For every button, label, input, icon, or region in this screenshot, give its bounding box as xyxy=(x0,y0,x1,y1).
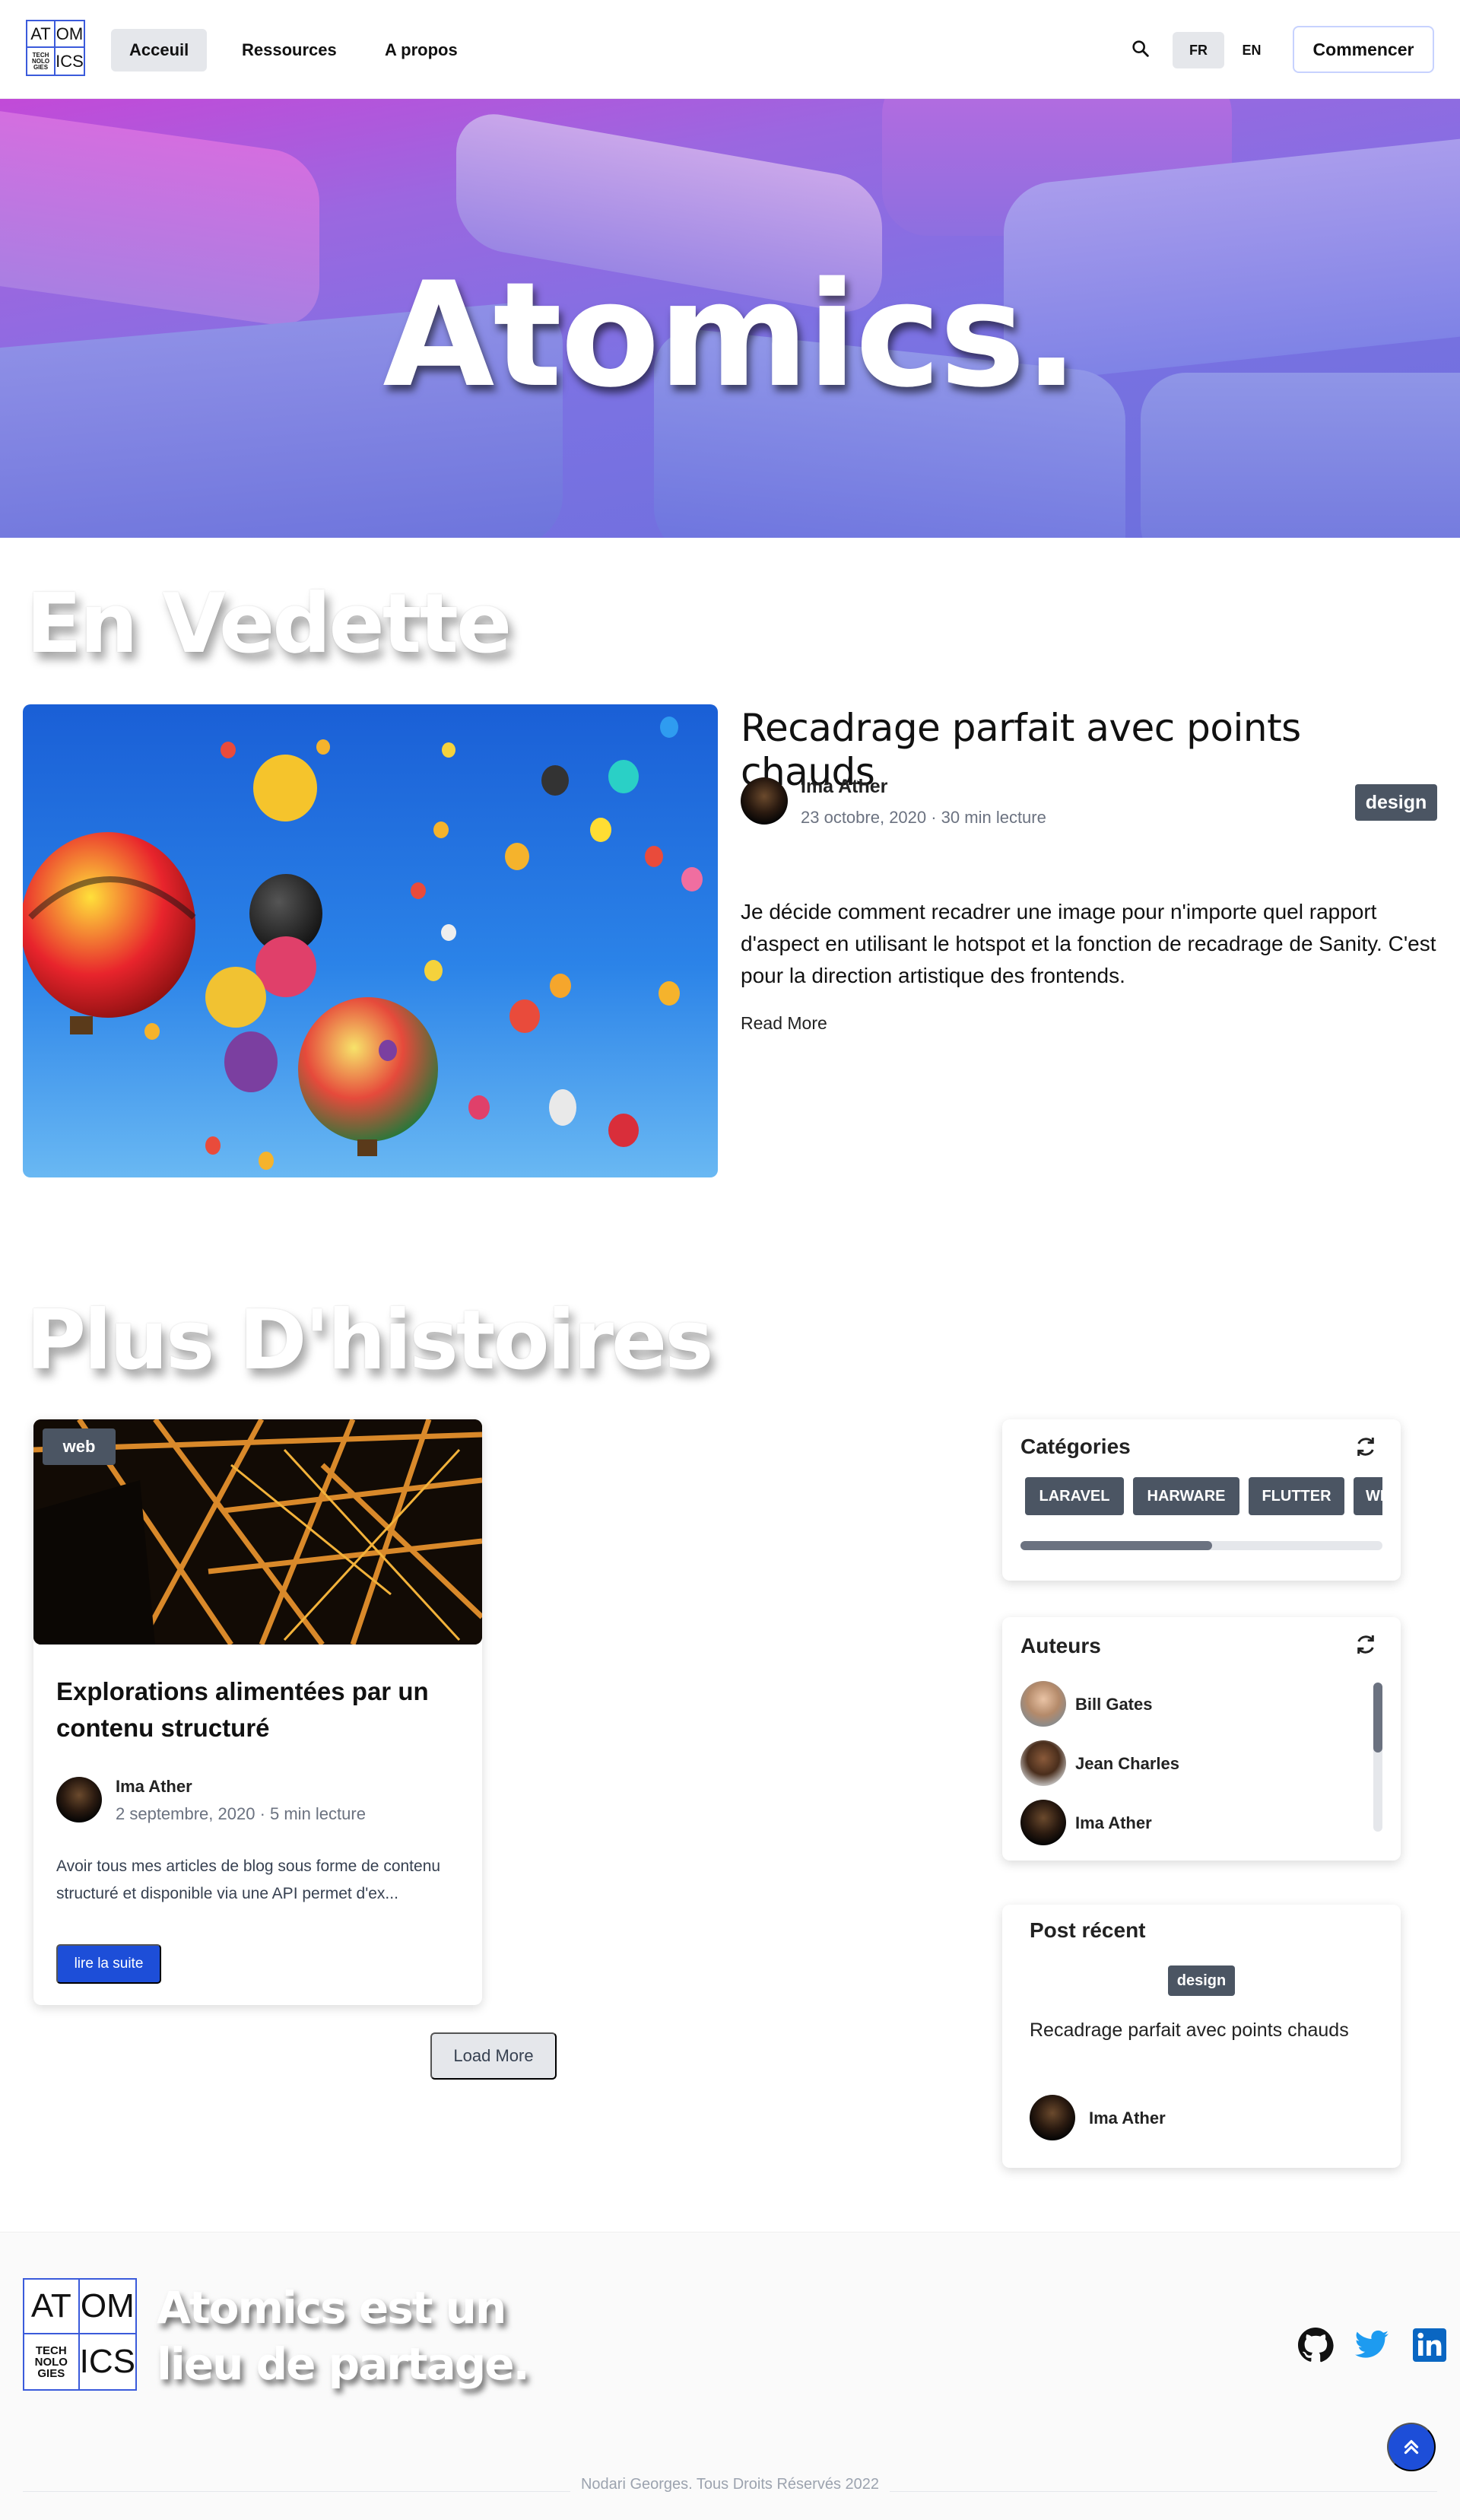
more-stories-section-title: Plus D'histoires xyxy=(26,1293,713,1388)
logo-ics: ICS xyxy=(56,51,84,71)
logo-technologies: TECH NOLO GIES xyxy=(27,48,56,75)
recent-post-tag-badge[interactable]: design xyxy=(1168,1965,1235,1996)
logo-technologies: TECH NOLO GIES xyxy=(24,2334,80,2389)
story-card-title[interactable]: Explorations alimentées par un contenu s… xyxy=(56,1673,459,1746)
twitter-icon[interactable] xyxy=(1354,2327,1390,2363)
story-excerpt: Avoir tous mes articles de blog sous for… xyxy=(56,1857,441,1902)
author-avatar xyxy=(741,777,788,825)
category-chip-laravel[interactable]: LARAVEL xyxy=(1025,1477,1124,1515)
copyright-label: Nodari Georges. Tous Droits Réservés 202… xyxy=(570,2476,890,2493)
scroll-to-top-button[interactable] xyxy=(1387,2423,1436,2471)
top-navbar: AT OM TECH NOLO GIES ICS Acceuil Ressour… xyxy=(0,0,1460,99)
double-chevron-up-icon xyxy=(1404,2439,1419,2455)
copyright-text: Nodari Georges. Tous Droits Réservés 202… xyxy=(0,2476,1460,2493)
footer-tagline: Atomics est un lieu de partage. xyxy=(157,2282,530,2390)
search-icon[interactable] xyxy=(1130,38,1151,59)
featured-tag-badge[interactable]: design xyxy=(1355,784,1437,821)
category-chips-scroller[interactable]: LARAVEL HARWARE FLUTTER WE xyxy=(1025,1419,1382,1581)
story-card-image[interactable]: web xyxy=(33,1419,482,1645)
recent-post-widget: Post récent design Recadrage parfait ave… xyxy=(1002,1905,1401,2168)
featured-section-title: En Vedette xyxy=(26,577,512,672)
authors-title: Auteurs xyxy=(1020,1634,1101,1657)
recent-post-title: Post récent xyxy=(1030,1918,1146,1942)
author-avatar xyxy=(1030,2095,1075,2140)
logo-om: OM xyxy=(56,21,84,48)
author-avatar xyxy=(1020,1800,1066,1845)
featured-post-image[interactable] xyxy=(23,704,718,1177)
atomics-footer-logo[interactable]: AT OM TECH NOLO GIES ICS xyxy=(23,2278,137,2391)
logo-om: OM xyxy=(79,2280,135,2334)
hero-banner: Atomics. xyxy=(0,99,1460,538)
authors-scrollbar[interactable] xyxy=(1373,1683,1382,1832)
hero-title: Atomics. xyxy=(382,251,1078,419)
logo-ics: ICS xyxy=(79,2343,135,2380)
lang-fr-button[interactable]: FR xyxy=(1173,32,1224,68)
hot-air-balloons-image xyxy=(23,717,703,1170)
commencer-button[interactable]: Commencer xyxy=(1293,26,1434,73)
story-author-name[interactable]: Ima Ather xyxy=(116,1777,192,1797)
category-scrollbar-thumb[interactable] xyxy=(1020,1541,1213,1550)
categories-widget: Catégories LARAVEL HARWARE FLUTTER WE xyxy=(1002,1419,1401,1581)
refresh-icon[interactable] xyxy=(1354,1632,1378,1657)
category-chip-web[interactable]: WE xyxy=(1354,1477,1382,1515)
logo-at: AT xyxy=(24,2280,80,2334)
lang-en-button[interactable]: EN xyxy=(1226,32,1278,68)
github-icon[interactable] xyxy=(1297,2327,1334,2363)
atomics-logo[interactable]: AT OM TECH NOLO GIES ICS xyxy=(26,20,85,76)
featured-post-meta: 23 octobre, 2020 · 30 min lecture xyxy=(801,808,1046,827)
featured-post-excerpt: Je décide comment recadrer une image pou… xyxy=(741,900,1436,987)
read-more-link[interactable]: Read More xyxy=(741,1013,827,1034)
authors-scrollbar-thumb[interactable] xyxy=(1373,1683,1382,1753)
story-card[interactable]: web Explorations alimentées par un conte… xyxy=(33,1419,482,2005)
category-chip-harware[interactable]: HARWARE xyxy=(1133,1477,1239,1515)
author-avatar xyxy=(1020,1740,1066,1786)
read-story-button[interactable]: lire la suite xyxy=(56,1944,161,1984)
nav-link-a-propos[interactable]: A propos xyxy=(367,29,476,72)
featured-author-name[interactable]: Ima Ather xyxy=(801,776,887,798)
nav-link-ressources[interactable]: Ressources xyxy=(224,29,355,72)
author-avatar xyxy=(1020,1681,1066,1727)
category-chip-flutter[interactable]: FLUTTER xyxy=(1249,1477,1344,1515)
recent-post-author[interactable]: Ima Ather xyxy=(1089,2108,1166,2128)
load-more-button[interactable]: Load More xyxy=(430,2032,557,2080)
author-item-ima-ather[interactable]: Ima Ather xyxy=(1075,1813,1152,1833)
author-item-jean-charles[interactable]: Jean Charles xyxy=(1075,1754,1179,1774)
story-meta: 2 septembre, 2020 · 5 min lecture xyxy=(116,1804,366,1823)
author-item-bill-gates[interactable]: Bill Gates xyxy=(1075,1695,1152,1714)
authors-widget: Auteurs Bill Gates Jean Charles Ima Athe… xyxy=(1002,1617,1401,1861)
logo-at: AT xyxy=(27,21,56,48)
author-avatar xyxy=(56,1777,102,1822)
nav-link-acceuil[interactable]: Acceuil xyxy=(111,29,208,72)
linkedin-icon[interactable] xyxy=(1411,2327,1448,2363)
story-tag-badge[interactable]: web xyxy=(43,1428,116,1465)
category-scrollbar[interactable] xyxy=(1020,1541,1382,1550)
recent-post-link[interactable]: Recadrage parfait avec points chauds xyxy=(1030,2014,1364,2046)
